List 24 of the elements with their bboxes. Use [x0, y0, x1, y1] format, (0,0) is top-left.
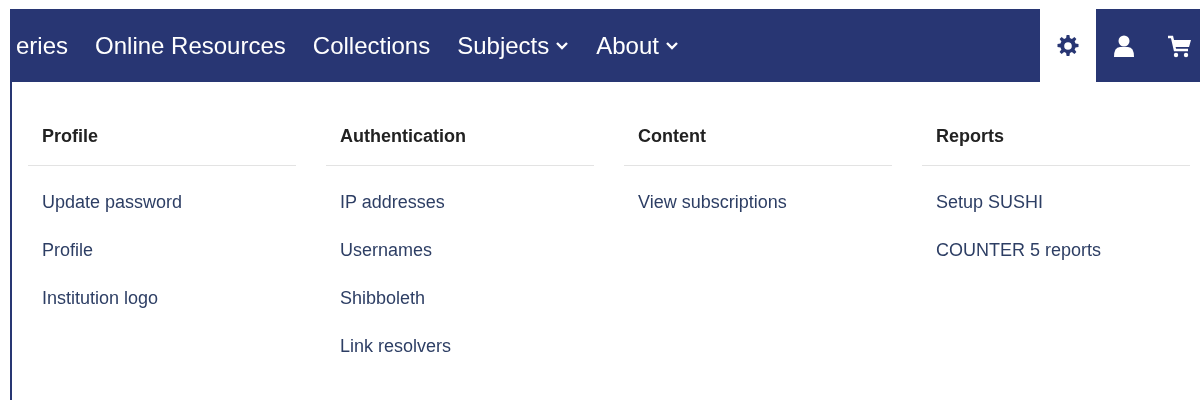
- nav-link[interactable]: eries: [16, 31, 69, 60]
- chevron-icon: [664, 40, 679, 51]
- cart-icon: [1167, 33, 1193, 58]
- column-heading: Reports: [922, 126, 1190, 166]
- menu-link[interactable]: Update password: [42, 192, 183, 212]
- nav-link[interactable]: Subjects: [457, 31, 570, 60]
- settings-icon: [1056, 33, 1080, 58]
- menu-link[interactable]: Link resolvers: [340, 336, 452, 356]
- column-heading: Profile: [28, 126, 296, 166]
- menu-link[interactable]: View subscriptions: [638, 192, 787, 212]
- nav-link[interactable]: About: [596, 31, 679, 60]
- chevron-icon: [555, 40, 570, 51]
- nav-link[interactable]: Collections: [312, 31, 431, 60]
- menu-link[interactable]: COUNTER 5 reports: [936, 240, 1102, 260]
- menu-link[interactable]: Shibboleth: [340, 288, 426, 308]
- menu-link[interactable]: Setup SUSHI: [936, 192, 1044, 212]
- menu-link[interactable]: IP addresses: [340, 192, 445, 212]
- menu-link[interactable]: Institution logo: [42, 288, 159, 308]
- menu-link[interactable]: Usernames: [340, 240, 433, 260]
- column-heading: Authentication: [326, 126, 594, 166]
- menu-link[interactable]: Profile: [42, 240, 94, 260]
- nav-link[interactable]: Online Resources: [95, 31, 286, 60]
- user-icon: [1112, 33, 1136, 58]
- column-heading: Content: [624, 126, 892, 166]
